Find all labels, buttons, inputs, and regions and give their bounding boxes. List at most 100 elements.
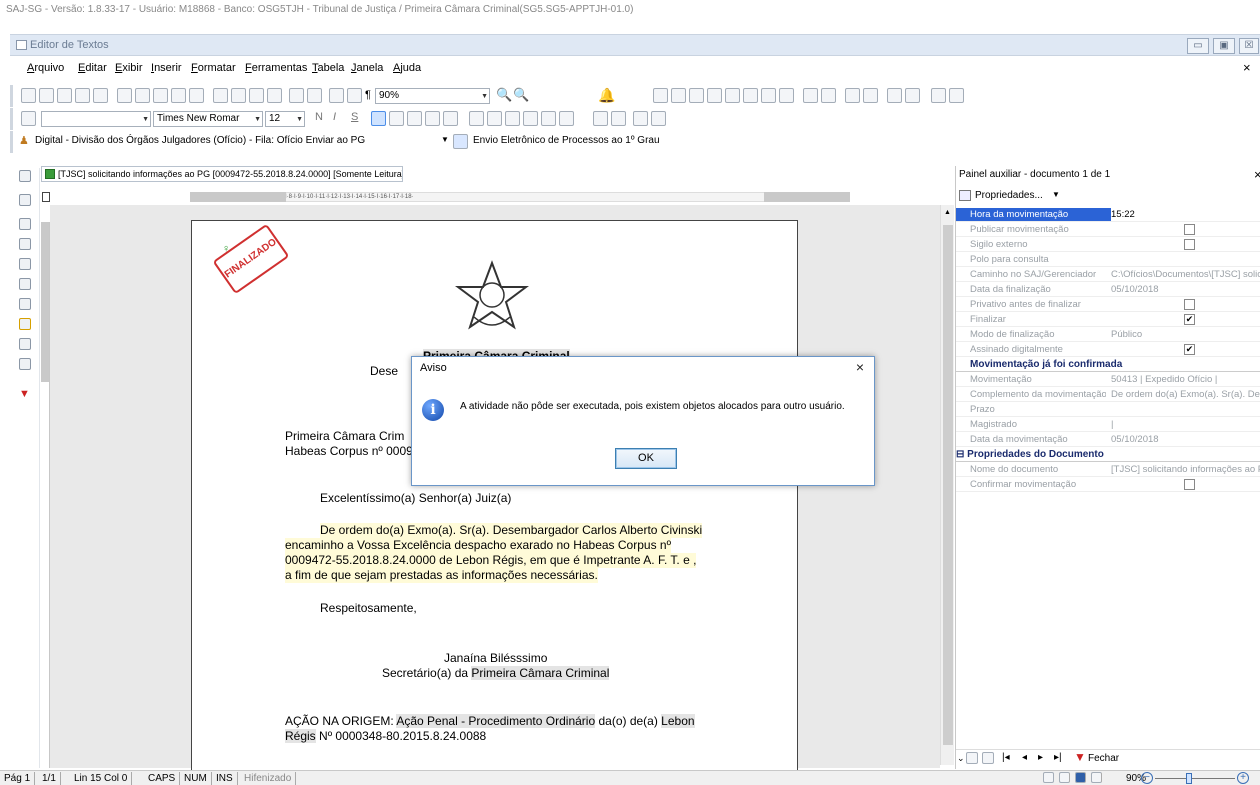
property-section-header[interactable]: Movimentação já foi confirmada	[956, 358, 1260, 372]
print-icon[interactable]	[117, 88, 132, 103]
rail-tool-icon-4[interactable]	[19, 238, 31, 250]
table-op-icon-15[interactable]	[931, 88, 946, 103]
align-left-icon[interactable]	[371, 111, 386, 126]
property-row[interactable]: Finalizar ✔	[956, 313, 1260, 327]
properties-button[interactable]: Propriedades...	[975, 190, 1043, 201]
zoom-combo[interactable]: 90% ▼	[375, 88, 490, 104]
menu-exibir[interactable]: Exibir	[115, 62, 143, 74]
property-row[interactable]: Data da finalização 05/10/2018	[956, 283, 1260, 297]
table-op-icon-7[interactable]	[761, 88, 776, 103]
ok-button[interactable]: OK	[615, 448, 677, 469]
align-center-icon[interactable]	[389, 111, 404, 126]
panel-close-button[interactable]: ×	[1254, 167, 1260, 182]
table-op-icon-9[interactable]	[803, 88, 818, 103]
dialog-close-button[interactable]: ×	[856, 359, 864, 375]
print-preview-icon[interactable]	[135, 88, 150, 103]
property-row[interactable]: Nome do documento [TJSC] solicitando info…	[956, 463, 1260, 477]
justify-icon[interactable]	[425, 111, 440, 126]
cut-icon[interactable]	[213, 88, 228, 103]
font-name-combo[interactable]: Times New Romar ▼	[153, 111, 263, 127]
highlight-icon[interactable]	[541, 111, 556, 126]
panel-footer-icon-2[interactable]	[982, 752, 994, 764]
zoom-minus-button[interactable]: −	[1141, 772, 1153, 784]
scroll-thumb[interactable]	[943, 225, 953, 745]
rail-tool-icon-3[interactable]	[19, 218, 31, 230]
document-tab[interactable]: [TJSC] solicitando informações ao PG [00…	[41, 166, 403, 182]
rail-tool-icon-2[interactable]	[19, 194, 31, 206]
property-row[interactable]: Confirmar movimentação	[956, 478, 1260, 492]
paste-icon[interactable]	[249, 88, 264, 103]
property-checkbox[interactable]	[1184, 239, 1195, 250]
numbering-icon[interactable]	[487, 111, 502, 126]
fechar-button[interactable]: Fechar	[1088, 753, 1119, 764]
document-page[interactable]: FINALIZADO ♀ Primeira Câmara Criminal De…	[191, 220, 798, 780]
rail-tool-icon-8[interactable]	[19, 318, 31, 330]
zoom-out-icon[interactable]: 🔍	[496, 87, 512, 103]
rail-tool-icon-10[interactable]	[19, 358, 31, 370]
rail-tool-icon-6[interactable]	[19, 278, 31, 290]
close-window-button[interactable]: ☒	[1239, 38, 1259, 54]
property-row[interactable]: Publicar movimentação	[956, 223, 1260, 237]
bell-icon[interactable]: 🔔	[598, 87, 615, 104]
menu-editar[interactable]: Editar	[78, 62, 107, 74]
indent-decrease-icon[interactable]	[505, 111, 520, 126]
horizontal-ruler[interactable]: ·3·I·2·I·1·I··I·1·I·2·I·3·I·4·I·5·I·6·I·…	[48, 190, 940, 204]
font-color-icon[interactable]	[559, 111, 574, 126]
menu-ferramentas[interactable]: Ferramentas	[245, 62, 307, 74]
spellcheck-icon[interactable]	[171, 88, 186, 103]
rail-tool-icon-5[interactable]	[19, 258, 31, 270]
property-checkbox[interactable]	[1184, 299, 1195, 310]
style-icon[interactable]	[21, 111, 36, 126]
property-checkbox[interactable]: ✔	[1184, 314, 1195, 325]
pilcrow-icon[interactable]: ¶	[365, 89, 371, 101]
property-row[interactable]: Sigilo externo	[956, 238, 1260, 252]
zoom-slider-thumb[interactable]	[1186, 773, 1192, 784]
property-row[interactable]: Assinado digitalmente ✔	[956, 343, 1260, 357]
copy-icon[interactable]	[231, 88, 246, 103]
grid-icon[interactable]	[347, 88, 362, 103]
menu-inserir[interactable]: Inserir	[151, 62, 182, 74]
table-op-icon-3[interactable]	[689, 88, 704, 103]
vertical-ruler[interactable]	[40, 222, 50, 768]
pin-icon[interactable]: ▼	[19, 388, 30, 400]
property-row[interactable]: Magistrado |	[956, 418, 1260, 432]
rail-tool-icon-7[interactable]	[19, 298, 31, 310]
queue-dropdown-icon[interactable]: ▼	[441, 135, 449, 144]
close-document-icon[interactable]: ×	[1243, 60, 1251, 75]
queue-label[interactable]: Digital - Divisão dos Órgãos Julgadores …	[35, 135, 365, 146]
style-combo[interactable]: ▼	[41, 111, 151, 127]
table-op-icon-12[interactable]	[863, 88, 878, 103]
save-icon[interactable]	[93, 88, 108, 103]
table-icon[interactable]	[329, 88, 344, 103]
abc-icon[interactable]	[189, 88, 204, 103]
property-checkbox[interactable]	[1184, 479, 1195, 490]
rail-tool-icon-1[interactable]	[19, 170, 31, 182]
italic-button[interactable]: I	[333, 111, 336, 123]
table-op-icon-2[interactable]	[671, 88, 686, 103]
preview-icon[interactable]	[153, 88, 168, 103]
menu-formatar[interactable]: Formatar	[191, 62, 236, 74]
table-op-icon-13[interactable]	[887, 88, 902, 103]
format-painter-icon[interactable]	[267, 88, 282, 103]
table-op-icon-4[interactable]	[707, 88, 722, 103]
last-record-icon[interactable]: ▸|	[1054, 752, 1062, 763]
property-row[interactable]: Complemento da movimentação De ordem do(a…	[956, 388, 1260, 402]
minimize-button[interactable]: ▭	[1187, 38, 1209, 54]
property-row[interactable]: Data da movimentação 05/10/2018	[956, 433, 1260, 447]
zoom-plus-button[interactable]: +	[1237, 772, 1249, 784]
char-spacing-icon-1[interactable]	[633, 111, 648, 126]
redo-icon[interactable]	[307, 88, 322, 103]
document-scrollbar[interactable]: ▲	[940, 205, 954, 765]
property-row[interactable]: Hora da movimentação 15:22	[956, 208, 1260, 222]
property-section-header[interactable]: ⊟ Propriedades do Documento	[956, 448, 1260, 462]
view-web-icon[interactable]	[1059, 772, 1070, 783]
case-icon-2[interactable]	[611, 111, 626, 126]
open-icon[interactable]	[57, 88, 72, 103]
font-size-combo[interactable]: 12 ▼	[265, 111, 305, 127]
indent-increase-icon[interactable]	[523, 111, 538, 126]
new-document-icon[interactable]	[21, 88, 36, 103]
align-right-icon[interactable]	[407, 111, 422, 126]
property-row[interactable]: Polo para consulta	[956, 253, 1260, 267]
zoom-in-icon[interactable]: 🔍	[513, 87, 529, 103]
properties-dropdown-icon[interactable]: ▼	[1052, 190, 1060, 199]
